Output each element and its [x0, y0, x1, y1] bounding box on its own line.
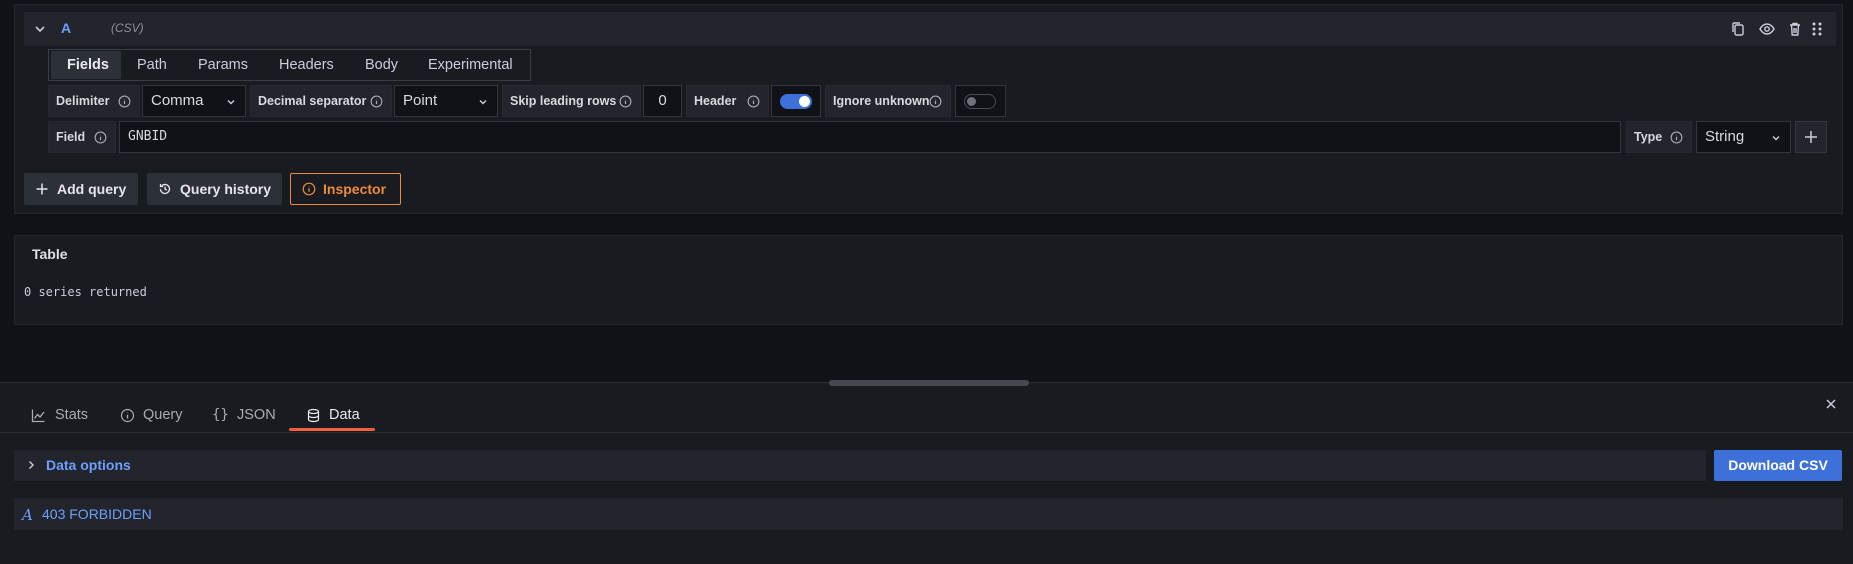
query-row-header[interactable]	[24, 12, 1836, 46]
info-icon[interactable]	[1670, 131, 1683, 144]
tab-data-label: Data	[329, 407, 360, 423]
tab-path[interactable]: Path	[121, 51, 183, 79]
decimal-separator-select[interactable]: Point	[394, 85, 498, 117]
ignore-unknown-label: Ignore unknown	[825, 85, 951, 117]
info-icon[interactable]	[94, 131, 107, 144]
header-toggle-container	[771, 85, 821, 117]
chevron-down-icon	[1772, 136, 1780, 141]
delimiter-select[interactable]: Comma	[142, 85, 246, 117]
delimiter-value: Comma	[151, 92, 204, 109]
info-icon	[120, 408, 135, 423]
ignore-unknown-toggle[interactable]	[964, 94, 996, 109]
braces-icon: {}	[212, 407, 229, 423]
tab-query[interactable]: Query	[120, 404, 186, 426]
type-label-text: Type	[1634, 130, 1663, 144]
query-name[interactable]: A	[61, 20, 71, 36]
trash-icon[interactable]	[1786, 20, 1804, 38]
delimiter-label: Delimiter	[48, 85, 140, 117]
data-frame-row[interactable]	[14, 498, 1843, 530]
info-icon	[302, 182, 316, 196]
tab-params[interactable]: Params	[182, 51, 264, 79]
query-datasource-type: (CSV)	[111, 21, 144, 35]
panel-title: Table	[32, 246, 68, 262]
frame-name[interactable]: 403 FORBIDDEN	[42, 506, 152, 522]
info-icon[interactable]	[118, 95, 131, 108]
tab-fields[interactable]: Fields	[51, 51, 121, 79]
data-options-row[interactable]	[14, 450, 1706, 481]
chevron-right-icon[interactable]	[25, 459, 37, 471]
decimal-separator-label: Decimal separator	[250, 85, 392, 117]
tab-experimental[interactable]: Experimental	[412, 51, 529, 79]
add-query-label: Add query	[57, 181, 127, 197]
type-value: String	[1705, 128, 1745, 145]
type-label: Type	[1626, 121, 1692, 153]
skip-label-text: Skip leading rows	[510, 94, 617, 108]
chevron-down-icon	[227, 100, 235, 105]
graph-icon	[31, 409, 45, 423]
tab-data[interactable]: Data	[306, 404, 370, 426]
delimiter-label-text: Delimiter	[56, 94, 110, 108]
info-icon[interactable]	[370, 95, 383, 108]
close-icon[interactable]	[1824, 397, 1838, 411]
drag-icon[interactable]	[1808, 20, 1826, 38]
toggle-knob	[799, 96, 810, 107]
skip-leading-rows-label: Skip leading rows	[502, 85, 641, 117]
plus-icon	[36, 183, 48, 195]
plus-icon	[1805, 131, 1817, 143]
active-tab-indicator	[289, 428, 375, 431]
tabs-divider	[0, 432, 1853, 433]
field-input[interactable]: GNBID	[119, 121, 1621, 153]
text-frame-icon: A	[22, 506, 33, 524]
data-options-label[interactable]: Data options	[46, 457, 131, 473]
tab-headers[interactable]: Headers	[263, 51, 350, 79]
chevron-down-icon[interactable]	[32, 21, 48, 37]
query-history-button[interactable]: Query history	[147, 173, 282, 205]
tab-json-label: JSON	[237, 407, 276, 423]
decimal-label-text: Decimal separator	[258, 94, 367, 108]
tab-body[interactable]: Body	[349, 51, 414, 79]
toggle-knob	[967, 97, 976, 106]
header-toggle[interactable]	[780, 94, 812, 109]
field-label: Field	[48, 121, 116, 153]
info-icon[interactable]	[619, 95, 632, 108]
info-icon[interactable]	[929, 95, 942, 108]
ignore-unknown-toggle-container	[955, 85, 1006, 117]
add-field-button[interactable]	[1795, 121, 1827, 153]
decimal-value: Point	[403, 92, 438, 109]
add-query-button[interactable]: Add query	[24, 173, 138, 205]
header-label-text: Header	[694, 94, 737, 108]
inspector-button[interactable]: Inspector	[290, 173, 401, 205]
skip-leading-rows-input[interactable]: 0	[643, 85, 682, 117]
database-icon	[307, 408, 320, 423]
download-csv-button[interactable]: Download CSV	[1714, 450, 1842, 481]
ignore-label-text: Ignore unknown	[833, 94, 930, 108]
copy-icon[interactable]	[1729, 20, 1747, 38]
type-select[interactable]: String	[1696, 121, 1791, 153]
query-history-label: Query history	[180, 181, 272, 197]
info-icon[interactable]	[747, 95, 760, 108]
tab-stats-label: Stats	[55, 407, 89, 423]
drawer-resize-handle[interactable]	[829, 380, 1029, 386]
series-status: 0 series returned	[24, 285, 147, 299]
history-icon	[159, 183, 171, 195]
inspector-label: Inspector	[323, 181, 387, 197]
chevron-down-icon	[479, 100, 487, 105]
eye-icon[interactable]	[1758, 20, 1776, 38]
tab-query-label: Query	[143, 407, 183, 423]
field-label-text: Field	[56, 130, 86, 144]
table-preview-panel	[14, 235, 1843, 325]
tab-stats[interactable]: Stats	[31, 404, 91, 426]
header-label: Header	[686, 85, 769, 117]
tab-json[interactable]: {} JSON	[212, 404, 276, 426]
